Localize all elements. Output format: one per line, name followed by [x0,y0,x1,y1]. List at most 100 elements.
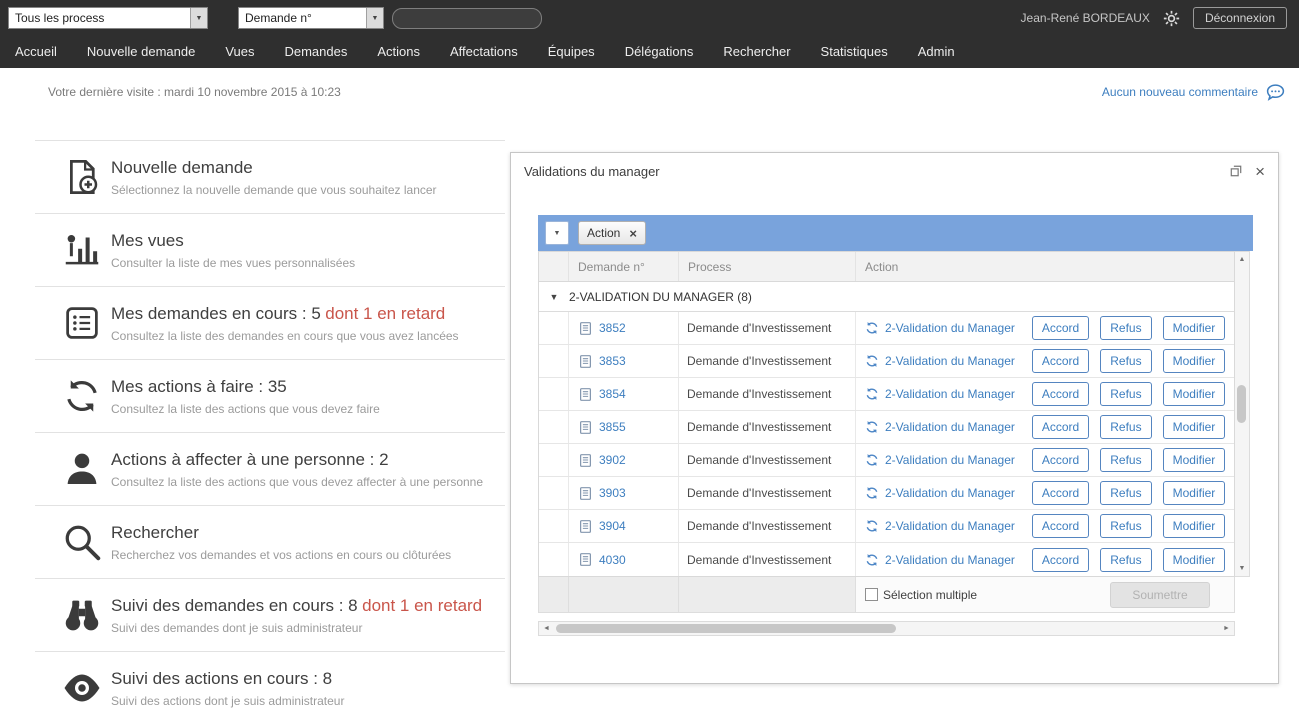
demande-link[interactable]: 3904 [599,519,626,533]
vertical-scrollbar[interactable]: ▲ ▼ [1235,251,1250,577]
collapse-caret-icon[interactable]: ▼ [539,292,569,302]
refus-button[interactable]: Refus [1100,548,1151,572]
accord-button[interactable]: Accord [1032,448,1089,472]
document-icon [578,420,593,435]
refus-button[interactable]: Refus [1100,316,1151,340]
menu-item-suivi-des-demandes-en-cours-8[interactable]: Suivi des demandes en cours : 8 dont 1 e… [35,578,505,651]
demande-link[interactable]: 3903 [599,486,626,500]
close-icon[interactable]: × [1255,163,1265,180]
horizontal-scrollbar[interactable]: ◄ ► [538,621,1235,636]
modifier-button[interactable]: Modifier [1163,448,1226,472]
logout-button[interactable]: Déconnexion [1193,7,1287,29]
popout-icon[interactable] [1230,165,1242,177]
settings-gear-icon[interactable] [1163,10,1180,27]
accord-button[interactable]: Accord [1032,481,1089,505]
accord-button[interactable]: Accord [1032,382,1089,406]
chevron-down-icon: ▼ [366,8,383,28]
filter-dropdown-button[interactable]: ▼ [545,221,569,245]
comments-area: Aucun nouveau commentaire [1102,83,1285,102]
nav-item-statistiques[interactable]: Statistiques [806,36,903,68]
demande-link[interactable]: 3855 [599,420,626,434]
menu-item-actions-a-affecter-a-une-personne-2[interactable]: Actions à affecter à une personne : 2Con… [35,432,505,505]
nav-item-demandes[interactable]: Demandes [269,36,362,68]
action-link[interactable]: 2-Validation du Manager [885,420,1015,434]
action-link[interactable]: 2-Validation du Manager [885,321,1015,335]
header-action[interactable]: Action [856,252,1234,281]
action-link[interactable]: 2-Validation du Manager [885,387,1015,401]
sync-icon [865,420,879,434]
scroll-right-icon[interactable]: ► [1219,622,1234,635]
comments-link[interactable]: Aucun nouveau commentaire [1102,85,1258,99]
filter-chip-action[interactable]: Action × [578,221,646,245]
process-filter-select[interactable]: Tous les process ▼ [8,7,208,29]
vscroll-track[interactable] [1235,267,1249,561]
nav-item-delegations[interactable]: Délégations [610,36,709,68]
accord-button[interactable]: Accord [1032,349,1089,373]
modifier-button[interactable]: Modifier [1163,481,1226,505]
header-process[interactable]: Process [679,252,856,281]
quick-search-input[interactable] [392,8,542,29]
modifier-button[interactable]: Modifier [1163,349,1226,373]
action-link[interactable]: 2-Validation du Manager [885,354,1015,368]
refus-button[interactable]: Refus [1100,481,1151,505]
scroll-left-icon[interactable]: ◄ [539,622,554,635]
menu-item-title: Nouvelle demande [111,158,253,177]
refus-button[interactable]: Refus [1100,514,1151,538]
action-link[interactable]: 2-Validation du Manager [885,553,1015,567]
menu-item-rechercher[interactable]: RechercherRecherchez vos demandes et vos… [35,505,505,578]
menu-item-mes-demandes-en-cours-5[interactable]: Mes demandes en cours : 5 dont 1 en reta… [35,286,505,359]
row-caret-cell [539,510,569,542]
modifier-button[interactable]: Modifier [1163,548,1226,572]
menu-item-title: Mes vues [111,231,184,250]
hscroll-track[interactable] [554,622,1219,635]
group-row[interactable]: ▼ 2-VALIDATION DU MANAGER (8) [539,282,1234,312]
demande-link[interactable]: 3902 [599,453,626,467]
accord-button[interactable]: Accord [1032,548,1089,572]
nav-item-actions[interactable]: Actions [362,36,435,68]
nav-item-vues[interactable]: Vues [210,36,269,68]
demande-link[interactable]: 3852 [599,321,626,335]
refus-button[interactable]: Refus [1100,448,1151,472]
multi-select-checkbox[interactable] [865,588,878,601]
demande-cell: 4030 [569,543,679,576]
accord-button[interactable]: Accord [1032,316,1089,340]
hscroll-thumb[interactable] [556,624,896,633]
accord-button[interactable]: Accord [1032,415,1089,439]
menu-item-mes-vues[interactable]: Mes vuesConsulter la liste de mes vues p… [35,213,505,286]
scroll-down-icon[interactable]: ▼ [1235,561,1249,576]
nav-item-accueil[interactable]: Accueil [0,36,72,68]
modifier-button[interactable]: Modifier [1163,382,1226,406]
chip-close-icon[interactable]: × [629,226,637,241]
nav-item-rechercher[interactable]: Rechercher [708,36,805,68]
menu-item-mes-actions-a-faire-35[interactable]: Mes actions à faire : 35Consultez la lis… [35,359,505,432]
modifier-button[interactable]: Modifier [1163,316,1226,340]
menu-item-nouvelle-demande[interactable]: Nouvelle demandeSélectionnez la nouvelle… [35,140,505,213]
process-cell: Demande d'Investissement [679,477,856,509]
accord-button[interactable]: Accord [1032,514,1089,538]
demande-link[interactable]: 4030 [599,553,626,567]
menu-item-suivi-des-actions-en-cours-8[interactable]: Suivi des actions en cours : 8Suivi des … [35,651,505,724]
search-type-select[interactable]: Demande n° ▼ [238,7,384,29]
modifier-button[interactable]: Modifier [1163,415,1226,439]
action-link[interactable]: 2-Validation du Manager [885,519,1015,533]
modifier-button[interactable]: Modifier [1163,514,1226,538]
nav-item-equipes[interactable]: Équipes [533,36,610,68]
refus-button[interactable]: Refus [1100,382,1151,406]
vscroll-thumb[interactable] [1237,385,1246,423]
demande-link[interactable]: 3854 [599,387,626,401]
refus-button[interactable]: Refus [1100,415,1151,439]
nav-item-affectations[interactable]: Affectations [435,36,533,68]
nav-item-admin[interactable]: Admin [903,36,970,68]
submit-button[interactable]: Soumettre [1110,582,1210,608]
demande-link[interactable]: 3853 [599,354,626,368]
scroll-up-icon[interactable]: ▲ [1235,252,1249,267]
table-row: 3855Demande d'Investissement2-Validation… [539,411,1234,444]
nav-item-nouvelle-demande[interactable]: Nouvelle demande [72,36,210,68]
action-link[interactable]: 2-Validation du Manager [885,453,1015,467]
comment-bubble-icon[interactable] [1266,83,1285,102]
action-link[interactable]: 2-Validation du Manager [885,486,1015,500]
document-icon [578,486,593,501]
refus-button[interactable]: Refus [1100,349,1151,373]
header-demande[interactable]: Demande n° [569,252,679,281]
row-caret-cell [539,411,569,443]
